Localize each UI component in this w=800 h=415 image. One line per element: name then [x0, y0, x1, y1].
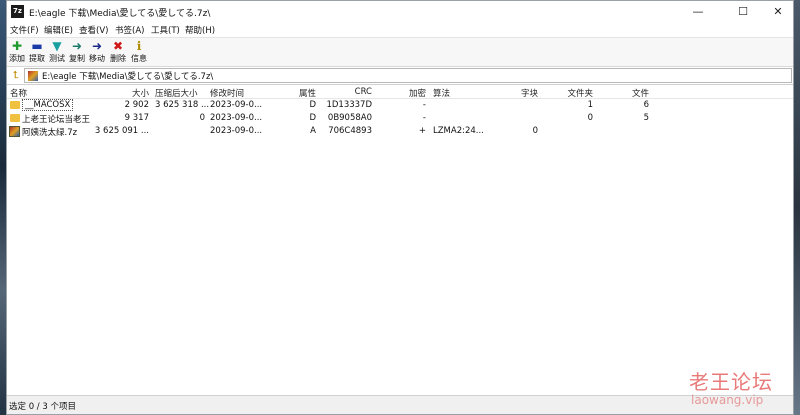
row-packed-size: 0	[199, 113, 205, 123]
menu-tools[interactable]: 工具(T)	[151, 24, 180, 36]
row-name: 阿姨洗太绿.7z	[22, 128, 78, 138]
row-files: 6	[643, 100, 649, 110]
folder-icon	[10, 101, 20, 109]
7zip-window: 7z E:\eagle 下载\Media\愛してる\愛してる.7z\ — ☐ ✕…	[6, 0, 794, 415]
archive-file-icon	[9, 126, 20, 137]
row-folders: 1	[587, 100, 593, 110]
address-bar: ⮤ E:\eagle 下载\Media\愛してる\愛してる.7z\ ▾	[7, 67, 793, 85]
window-title: E:\eagle 下载\Media\愛してる\愛してる.7z\	[29, 9, 211, 19]
col-packed-size[interactable]: 压缩后大小	[155, 87, 198, 99]
address-field[interactable]: E:\eagle 下载\Media\愛してる\愛してる.7z\ ▾	[24, 68, 792, 83]
row-modified: 2023-09-0...	[210, 126, 263, 136]
file-row-archive[interactable]: 阿姨洗太绿.7z 3 625 091 ... 2023-09-0... A 70…	[7, 125, 793, 138]
row-packed-size: 3 625 318 ...	[155, 100, 210, 110]
row-size: 3 625 091 ...	[94, 126, 149, 136]
status-bar: 选定 0 / 3 个项目	[7, 395, 793, 414]
col-size[interactable]: 大小	[77, 87, 149, 99]
col-block[interactable]: 字块	[487, 87, 538, 99]
delete-button[interactable]: ✖ 删除	[108, 39, 128, 67]
info-icon: ℹ	[136, 39, 142, 53]
col-folders[interactable]: 文件夹	[547, 87, 593, 99]
row-size: 9 317	[124, 113, 149, 123]
menu-edit[interactable]: 编辑(E)	[44, 24, 73, 36]
archive-file-icon	[28, 71, 38, 81]
row-modified: 2023-09-0...	[210, 113, 263, 123]
status-text: 选定 0 / 3 个项目	[9, 402, 76, 412]
move-button[interactable]: ➜ 移动	[87, 39, 107, 67]
file-row-laowang[interactable]: 上老王论坛当老王 9 317 0 2023-09-0... D 0B9058A0…	[7, 112, 793, 125]
col-name[interactable]: 名称	[10, 87, 27, 99]
maximize-button[interactable]: ☐	[728, 1, 758, 23]
menu-bar: 文件(F) 编辑(E) 查看(V) 书签(A) 工具(T) 帮助(H)	[7, 23, 793, 37]
menu-view[interactable]: 查看(V)	[79, 24, 108, 36]
menu-file[interactable]: 文件(F)	[10, 24, 39, 36]
row-encrypted: -	[422, 100, 426, 110]
col-method[interactable]: 算法	[433, 87, 450, 99]
minimize-button[interactable]: —	[683, 1, 713, 23]
row-attributes: A	[310, 126, 316, 136]
copy-icon: ➜	[71, 39, 83, 53]
folder-up-icon[interactable]: ⮤	[10, 69, 22, 82]
col-files[interactable]: 文件	[607, 87, 649, 99]
menu-help[interactable]: 帮助(H)	[185, 24, 215, 36]
row-size: 2 902	[124, 100, 149, 110]
watermark-cn: 老王论坛	[689, 370, 773, 394]
title-bar: 7z E:\eagle 下载\Media\愛してる\愛してる.7z\ — ☐ ✕	[7, 1, 793, 23]
col-attributes[interactable]: 属性	[267, 87, 316, 99]
row-crc: 706C4893	[328, 126, 372, 136]
row-crc: 1D13337D	[326, 100, 372, 110]
col-encrypted[interactable]: 加密	[377, 87, 426, 99]
row-attributes: D	[309, 113, 316, 123]
col-crc[interactable]: CRC	[317, 87, 372, 97]
move-icon: ➜	[91, 39, 103, 53]
file-list: 名称 大小 压缩后大小 修改时间 属性 CRC 加密 算法 字块 文件夹 文件 …	[7, 85, 793, 395]
row-encrypted: -	[422, 113, 426, 123]
desktop-background-right	[794, 0, 800, 415]
row-attributes: D	[309, 100, 316, 110]
row-encrypted: +	[418, 126, 426, 136]
watermark-en: laowang.vip	[691, 393, 764, 407]
row-files: 5	[643, 113, 649, 123]
row-block: 0	[532, 126, 538, 136]
info-button[interactable]: ℹ 信息	[129, 39, 149, 67]
extract-icon: ▬	[31, 39, 43, 53]
row-folders: 0	[587, 113, 593, 123]
col-modified[interactable]: 修改时间	[210, 87, 244, 99]
add-icon: ✚	[11, 39, 23, 53]
row-modified: 2023-09-0...	[210, 100, 263, 110]
file-row-macosx[interactable]: __MACOSX 2 902 3 625 318 ... 2023-09-0..…	[7, 99, 793, 112]
delete-icon: ✖	[112, 39, 124, 53]
folder-icon	[10, 114, 20, 122]
row-method: LZMA2:24...	[433, 126, 484, 136]
row-name: __MACOSX	[22, 99, 74, 111]
7zip-app-icon: 7z	[11, 5, 24, 18]
close-button[interactable]: ✕	[763, 1, 793, 23]
info-label: 信息	[131, 54, 147, 63]
row-name-text: __MACOSX	[22, 99, 74, 111]
address-path: E:\eagle 下载\Media\愛してる\愛してる.7z\	[42, 72, 214, 82]
watermark: 老王论坛 laowang.vip	[689, 366, 793, 412]
row-crc: 0B9058A0	[327, 113, 372, 123]
toolbar: ✚ 添加 ▬ 提取 ▼ 测试 ➜ 复制 ➜ 移动 ✖ 删除 ℹ 信息	[7, 37, 793, 67]
list-header: 名称 大小 压缩后大小 修改时间 属性 CRC 加密 算法 字块 文件夹 文件	[7, 85, 793, 99]
test-icon: ▼	[52, 39, 62, 53]
menu-bookmarks[interactable]: 书签(A)	[115, 24, 144, 36]
